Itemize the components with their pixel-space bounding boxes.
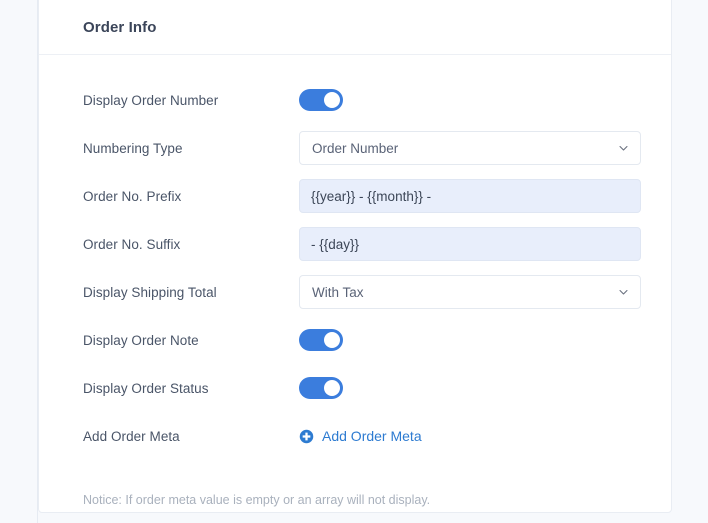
toggle-knob <box>324 380 340 396</box>
row-display-shipping-total: Display Shipping Total With Tax <box>83 269 641 315</box>
chevron-down-icon <box>619 145 628 151</box>
add-order-meta-label: Add Order Meta <box>322 428 422 444</box>
control-display-shipping-total: With Tax <box>299 275 641 309</box>
row-display-order-status: Display Order Status <box>83 365 641 411</box>
row-display-order-note: Display Order Note <box>83 317 641 363</box>
chevron-down-icon <box>619 289 628 295</box>
control-display-order-note <box>299 329 641 351</box>
plus-circle-icon <box>299 429 314 443</box>
label-display-order-note: Display Order Note <box>83 332 199 348</box>
order-no-prefix-input[interactable] <box>299 179 641 213</box>
order-no-suffix-input[interactable] <box>299 227 641 261</box>
toggle-knob <box>324 332 340 348</box>
control-order-no-prefix <box>299 179 641 213</box>
page-title: Order Info <box>83 19 157 36</box>
label-add-order-meta: Add Order Meta <box>83 428 180 444</box>
card-header: Order Info <box>39 0 671 55</box>
label-display-shipping-total: Display Shipping Total <box>83 284 217 300</box>
order-info-card: Order Info Display Order Number Numberin… <box>38 0 672 513</box>
row-add-order-meta: Add Order Meta Add Order Meta <box>83 413 641 459</box>
control-display-order-status <box>299 377 641 399</box>
page-root: Order Info Display Order Number Numberin… <box>0 0 708 523</box>
toggle-knob <box>324 92 340 108</box>
meta-notice-text: Notice: If order meta value is empty or … <box>83 493 431 507</box>
control-add-order-meta: Add Order Meta <box>299 428 641 444</box>
select-numbering-type-value: Order Number <box>312 140 399 156</box>
row-display-order-number: Display Order Number <box>83 77 641 123</box>
select-numbering-type[interactable]: Order Number <box>299 131 641 165</box>
label-numbering-type: Numbering Type <box>83 140 183 156</box>
row-numbering-type: Numbering Type Order Number <box>83 125 641 171</box>
toggle-display-order-number[interactable] <box>299 89 343 111</box>
label-display-order-status: Display Order Status <box>83 380 209 396</box>
toggle-display-order-status[interactable] <box>299 377 343 399</box>
row-order-no-prefix: Order No. Prefix <box>83 173 641 219</box>
select-display-shipping-total[interactable]: With Tax <box>299 275 641 309</box>
add-order-meta-button[interactable]: Add Order Meta <box>299 428 422 444</box>
card-body: Display Order Number Numbering Type Orde… <box>39 55 671 507</box>
left-gutter <box>0 0 38 523</box>
select-display-shipping-total-value: With Tax <box>312 284 364 300</box>
control-display-order-number <box>299 89 641 111</box>
label-order-no-suffix: Order No. Suffix <box>83 236 181 252</box>
toggle-display-order-note[interactable] <box>299 329 343 351</box>
label-order-no-prefix: Order No. Prefix <box>83 188 182 204</box>
control-numbering-type: Order Number <box>299 131 641 165</box>
control-order-no-suffix <box>299 227 641 261</box>
label-display-order-number: Display Order Number <box>83 92 219 108</box>
row-order-no-suffix: Order No. Suffix <box>83 221 641 267</box>
